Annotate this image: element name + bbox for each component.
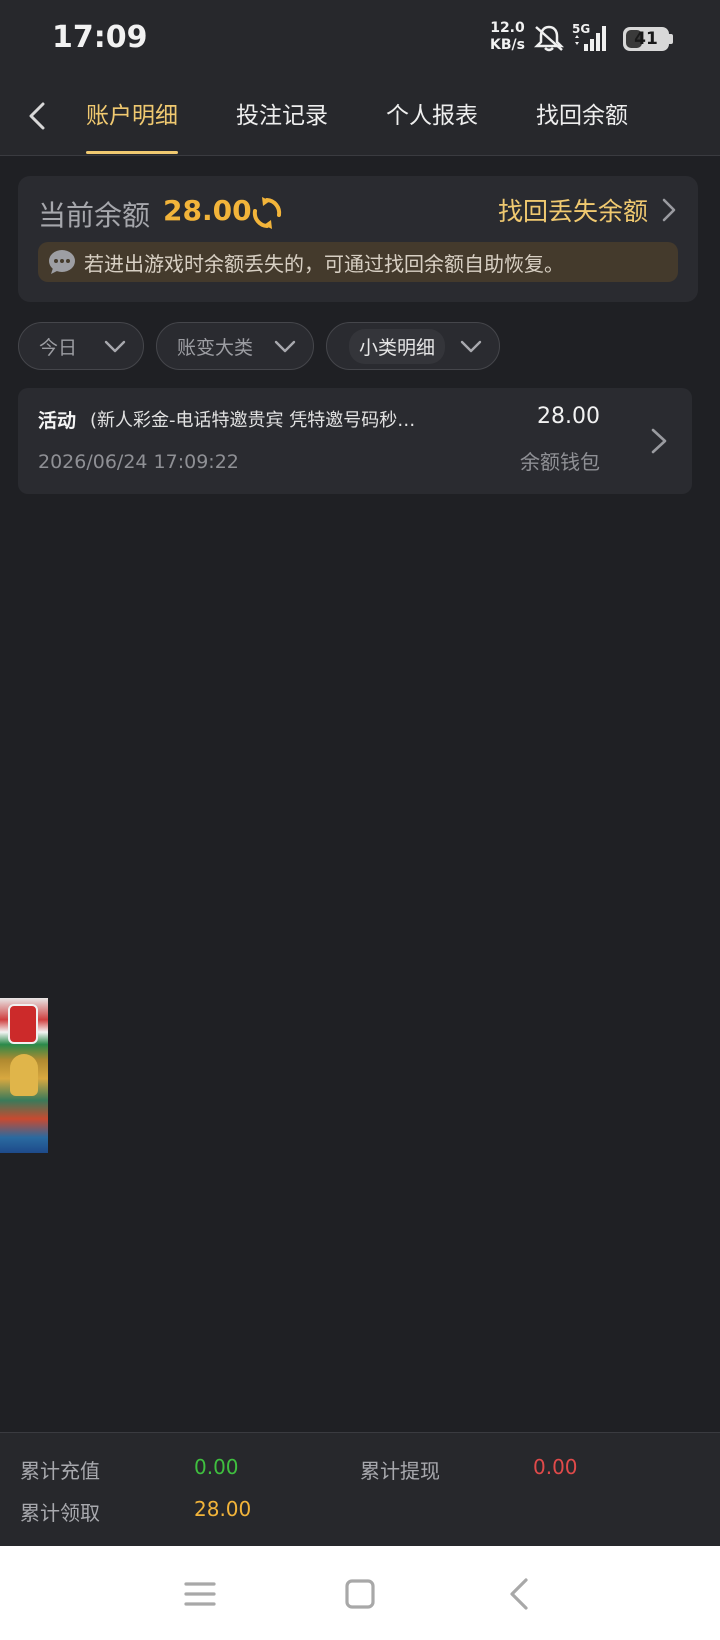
chevron-down-icon [274, 340, 296, 353]
filter-category[interactable]: 账变大类 [156, 322, 314, 370]
total-withdraw-value: 0.00 [533, 1455, 578, 1479]
record-time: 2026/06/24 17:09:22 [38, 451, 239, 473]
tab-label: 账户明细 [86, 103, 178, 129]
filter-date[interactable]: 今日 [18, 322, 144, 370]
recover-lost-balance-link[interactable]: 找回丢失余额 [498, 192, 680, 228]
tab-account-details[interactable]: 账户明细 [86, 96, 178, 156]
mute-icon [533, 25, 565, 52]
chevron-down-icon [460, 340, 482, 353]
chevron-right-icon [662, 198, 676, 222]
chevron-right-icon [651, 428, 667, 454]
tab-personal-report[interactable]: 个人报表 [386, 96, 478, 156]
filter-subcategory[interactable]: 小类明细 [326, 322, 500, 370]
total-claim-value: 28.00 [194, 1497, 252, 1521]
total-withdraw-label: 累计提现 [360, 1459, 440, 1483]
recovery-notice: 若进出游戏时余额丢失的，可通过找回余额自助恢复。 [38, 242, 678, 282]
network-type-label: 5G [572, 22, 590, 36]
list-item[interactable]: 活动 (新人彩金-电话特邀贵宾 凭特邀号码秒… 2026/06/24 17:09… [18, 388, 692, 494]
total-recharge-value: 0.00 [194, 1455, 239, 1479]
summary-bar: 累计充值 0.00 累计提现 0.00 累计领取 28.00 [0, 1432, 720, 1546]
refresh-icon[interactable] [250, 196, 284, 230]
tab-recover-balance[interactable]: 找回余额 [536, 96, 628, 156]
filter-date-label: 今日 [39, 336, 78, 359]
balance-label: 当前余额 [38, 199, 151, 232]
signal-icon: 5G [572, 22, 606, 51]
home-icon[interactable] [340, 1574, 380, 1614]
filter-subcategory-label: 小类明细 [349, 328, 446, 364]
trophy-icon [10, 1054, 38, 1096]
network-speed-unit: KB/s [490, 37, 525, 53]
tab-label: 投注记录 [236, 103, 328, 129]
status-time: 17:09 [52, 20, 148, 55]
status-bar: 17:09 12.0 KB/s 5G 41 [0, 0, 720, 78]
tab-label: 个人报表 [386, 103, 478, 129]
floating-promo-banner[interactable] [0, 998, 48, 1153]
top-navigation: 账户明细 投注记录 个人报表 找回余额 [0, 78, 720, 156]
balance-value: 28.00 [163, 194, 252, 227]
tab-bet-records[interactable]: 投注记录 [236, 96, 328, 156]
total-recharge-label: 累计充值 [20, 1459, 100, 1483]
chevron-left-icon[interactable] [18, 96, 58, 136]
network-speed: 12.0 KB/s [490, 20, 525, 54]
system-navigation-bar [0, 1546, 720, 1640]
total-claim-label: 累计领取 [20, 1501, 100, 1525]
record-type: 活动 [38, 410, 77, 432]
notice-text: 若进出游戏时余额丢失的，可通过找回余额自助恢复。 [84, 251, 564, 276]
record-wallet: 余额钱包 [520, 450, 600, 474]
recover-lost-balance-label: 找回丢失余额 [497, 197, 648, 226]
record-description: (新人彩金-电话特邀贵宾 凭特邀号码秒… [90, 410, 416, 431]
balance-card: 当前余额 28.00 找回丢失余额 若进出游戏时余额丢失的，可通过找回余额自助恢… [18, 176, 698, 302]
network-speed-value: 12.0 [490, 20, 525, 36]
record-amount: 28.00 [537, 404, 600, 429]
tab-label: 找回余额 [536, 103, 628, 129]
back-icon[interactable] [500, 1574, 540, 1614]
promo-badge-icon [8, 1004, 38, 1044]
chevron-down-icon [104, 340, 126, 353]
filter-category-label: 账变大类 [177, 336, 254, 359]
battery-level: 41 [634, 29, 658, 49]
battery-tip [669, 34, 673, 44]
menu-icon[interactable] [180, 1574, 220, 1614]
active-tab-indicator [86, 151, 178, 154]
chat-bubble-icon [49, 250, 75, 274]
